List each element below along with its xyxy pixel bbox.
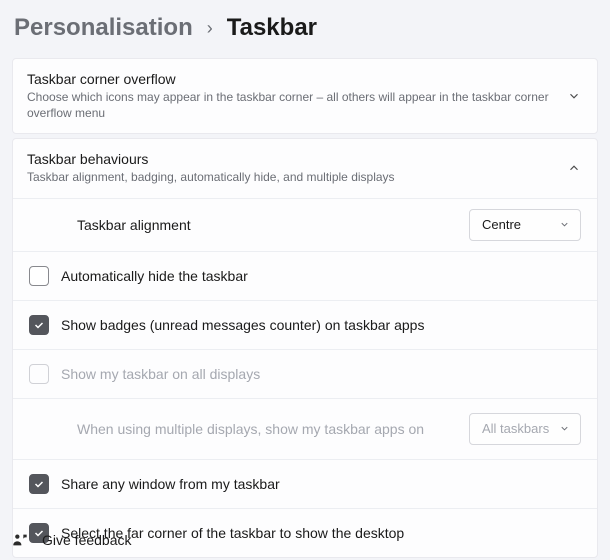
section-desc: Taskbar alignment, badging, automaticall… (27, 169, 567, 185)
show-badges-label: Show badges (unread messages counter) on… (61, 317, 581, 333)
far-corner-label: Select the far corner of the taskbar to … (61, 525, 581, 541)
feedback-label: Give feedback (42, 532, 132, 548)
section-taskbar-behaviours: Taskbar behaviours Taskbar alignment, ba… (12, 138, 598, 557)
give-feedback-link[interactable]: Give feedback (12, 532, 132, 548)
checkbox-show-badges[interactable] (29, 315, 49, 335)
alignment-dropdown[interactable]: Centre (469, 209, 581, 241)
section-header-behaviours[interactable]: Taskbar behaviours Taskbar alignment, ba… (13, 139, 597, 197)
row-share-window: Share any window from my taskbar (13, 459, 597, 508)
breadcrumb: Personalisation › Taskbar (0, 0, 610, 58)
checkbox-all-displays (29, 364, 49, 384)
breadcrumb-parent[interactable]: Personalisation (14, 14, 193, 42)
dropdown-value: Centre (482, 217, 521, 232)
chevron-down-icon (559, 423, 570, 434)
chevron-up-icon (567, 161, 581, 175)
row-multi-displays: When using multiple displays, show my ta… (13, 398, 597, 459)
page-title: Taskbar (227, 14, 317, 42)
auto-hide-label: Automatically hide the taskbar (61, 268, 581, 284)
chevron-down-icon (559, 219, 570, 230)
row-all-displays: Show my taskbar on all displays (13, 349, 597, 398)
row-auto-hide: Automatically hide the taskbar (13, 251, 597, 300)
chevron-right-icon: › (207, 18, 213, 39)
checkbox-auto-hide[interactable] (29, 266, 49, 286)
section-title: Taskbar behaviours (27, 151, 567, 167)
dropdown-value: All taskbars (482, 421, 549, 436)
multi-displays-label: When using multiple displays, show my ta… (77, 421, 469, 437)
chevron-down-icon (567, 89, 581, 103)
section-corner-overflow: Taskbar corner overflow Choose which ico… (12, 58, 598, 134)
multi-displays-dropdown: All taskbars (469, 413, 581, 445)
section-title: Taskbar corner overflow (27, 71, 567, 87)
section-desc: Choose which icons may appear in the tas… (27, 89, 567, 121)
alignment-label: Taskbar alignment (77, 217, 469, 233)
section-header-corner-overflow[interactable]: Taskbar corner overflow Choose which ico… (13, 59, 597, 133)
checkbox-share-window[interactable] (29, 474, 49, 494)
feedback-icon (12, 532, 28, 548)
row-show-badges: Show badges (unread messages counter) on… (13, 300, 597, 349)
row-taskbar-alignment: Taskbar alignment Centre (13, 198, 597, 251)
share-window-label: Share any window from my taskbar (61, 476, 581, 492)
all-displays-label: Show my taskbar on all displays (61, 366, 581, 382)
